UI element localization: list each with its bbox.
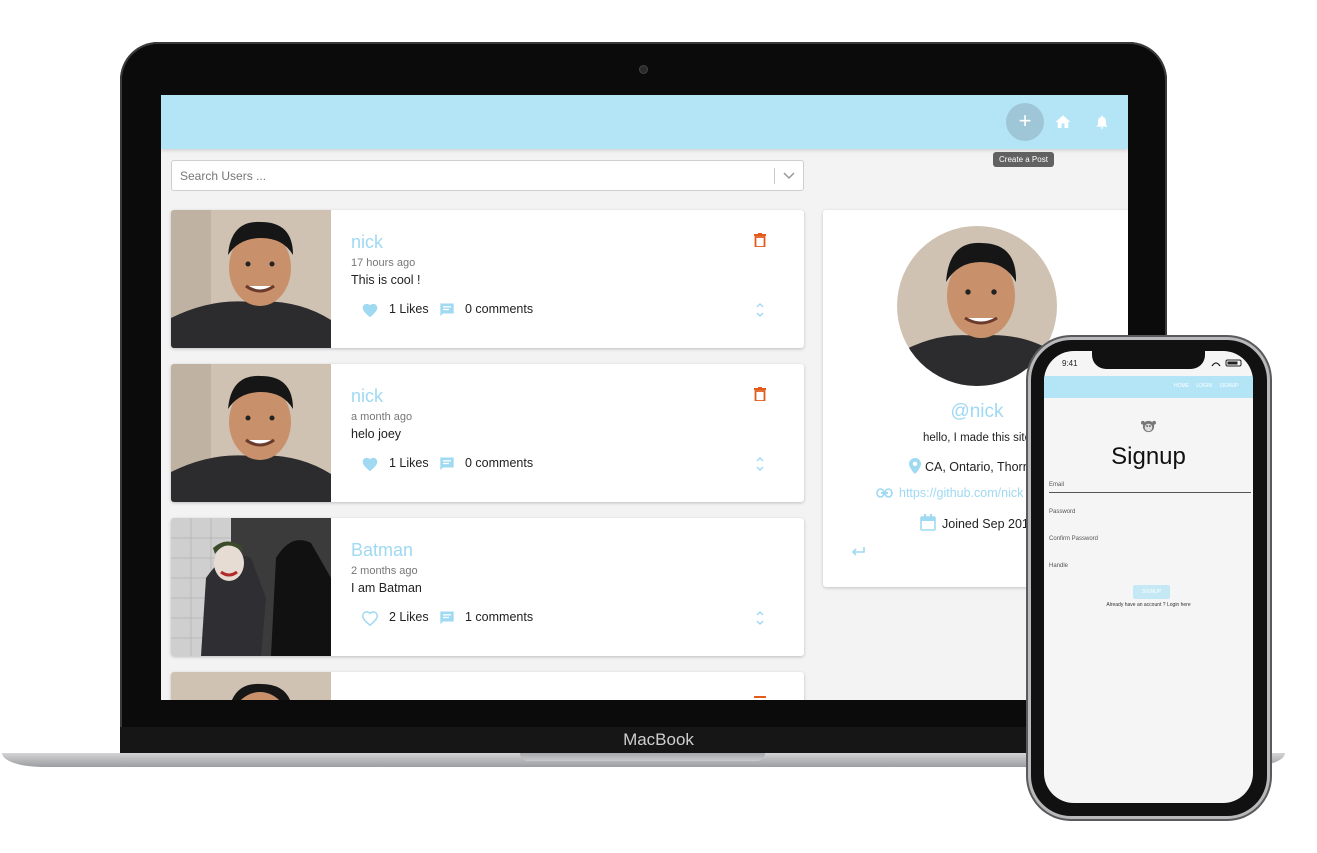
post-username[interactable]: nick bbox=[351, 232, 383, 253]
post-user-photo[interactable] bbox=[171, 518, 331, 656]
post-card: nick 17 hours ago This is cool ! 1 Likes… bbox=[171, 210, 804, 348]
phone-nav-links[interactable]: HOME LOGIN SIGNUP bbox=[1174, 383, 1239, 389]
laptop-notch bbox=[520, 753, 765, 761]
profile-joined-date: Joined Sep 2019 bbox=[942, 517, 1036, 531]
calendar-icon bbox=[920, 514, 936, 531]
profile-location: CA, Ontario, Thornhill bbox=[925, 460, 1045, 474]
comment-count: 0 comments bbox=[465, 456, 534, 470]
post-body: helo joey bbox=[351, 427, 402, 441]
email-field-label[interactable]: Email bbox=[1049, 482, 1064, 488]
create-post-button[interactable]: + bbox=[1006, 103, 1044, 141]
search-input[interactable] bbox=[172, 161, 783, 190]
signup-title: Signup bbox=[1111, 443, 1186, 470]
top-app-bar: + bbox=[161, 95, 1128, 149]
post-user-photo[interactable] bbox=[171, 672, 331, 700]
return-icon[interactable] bbox=[850, 546, 866, 558]
home-icon[interactable] bbox=[1054, 113, 1072, 131]
like-count: 1 Likes bbox=[389, 456, 429, 470]
search-separator bbox=[774, 168, 775, 184]
delete-icon[interactable] bbox=[754, 387, 766, 401]
comment-icon[interactable] bbox=[439, 610, 455, 625]
camera bbox=[640, 66, 647, 73]
like-count: 1 Likes bbox=[389, 302, 429, 316]
heart-filled-icon[interactable] bbox=[361, 456, 379, 472]
delete-icon[interactable] bbox=[754, 695, 766, 700]
heart-filled-icon[interactable] bbox=[361, 302, 379, 318]
heart-outline-icon[interactable] bbox=[361, 610, 379, 626]
post-timestamp: 2 months ago bbox=[351, 565, 418, 577]
post-user-photo[interactable] bbox=[171, 364, 331, 502]
post-timestamp: a month ago bbox=[351, 411, 413, 423]
confirm-password-field-label[interactable]: Confirm Password bbox=[1049, 536, 1098, 542]
password-field-label[interactable]: Password bbox=[1049, 509, 1075, 515]
post-timestamp: 17 hours ago bbox=[351, 257, 416, 269]
profile-avatar[interactable] bbox=[897, 226, 1057, 386]
comment-icon[interactable] bbox=[439, 456, 455, 471]
status-time: 9:41 bbox=[1062, 359, 1078, 368]
comment-icon[interactable] bbox=[439, 302, 455, 317]
chevron-down-icon[interactable] bbox=[782, 170, 796, 182]
laptop-screen: + Create a Post nick 17 h bbox=[161, 95, 1128, 700]
post-body: This is cool ! bbox=[351, 273, 421, 287]
phone-notch bbox=[1092, 351, 1205, 369]
link-icon bbox=[876, 488, 893, 498]
email-field-underline bbox=[1049, 492, 1251, 493]
comment-count: 1 comments bbox=[465, 610, 534, 624]
post-card bbox=[171, 672, 804, 700]
post-user-photo[interactable] bbox=[171, 210, 331, 348]
comment-count: 0 comments bbox=[465, 302, 534, 316]
unfold-icon[interactable] bbox=[755, 302, 765, 318]
bell-icon[interactable] bbox=[1094, 113, 1110, 131]
profile-bio: hello, I made this site bbox=[923, 432, 1032, 444]
profile-website-link[interactable]: https://github.com/nick bbox=[899, 486, 1023, 500]
user-search[interactable] bbox=[171, 160, 804, 191]
create-post-tooltip: Create a Post bbox=[993, 152, 1054, 167]
post-card: nick a month ago helo joey 1 Likes 0 com… bbox=[171, 364, 804, 502]
delete-icon[interactable] bbox=[754, 233, 766, 247]
post-username[interactable]: nick bbox=[351, 386, 383, 407]
handle-field-label[interactable]: Handle bbox=[1049, 563, 1068, 569]
location-pin-icon bbox=[909, 458, 921, 474]
monkey-logo-icon bbox=[1141, 420, 1156, 433]
phone-nav-bar: HOME LOGIN SIGNUP bbox=[1044, 376, 1253, 398]
post-card: Batman 2 months ago I am Batman 2 Likes … bbox=[171, 518, 804, 656]
signup-button[interactable]: SIGNUP bbox=[1133, 585, 1170, 599]
unfold-icon[interactable] bbox=[755, 610, 765, 626]
status-icons bbox=[1211, 359, 1242, 367]
post-username[interactable]: Batman bbox=[351, 540, 413, 561]
login-prompt[interactable]: Already have an account ? Login here bbox=[1044, 602, 1253, 608]
post-body: I am Batman bbox=[351, 581, 422, 595]
phone-screen: 9:41 HOME LOGIN SIGNUP Signup Email Pass… bbox=[1044, 351, 1253, 803]
unfold-icon[interactable] bbox=[755, 456, 765, 472]
like-count: 2 Likes bbox=[389, 610, 429, 624]
